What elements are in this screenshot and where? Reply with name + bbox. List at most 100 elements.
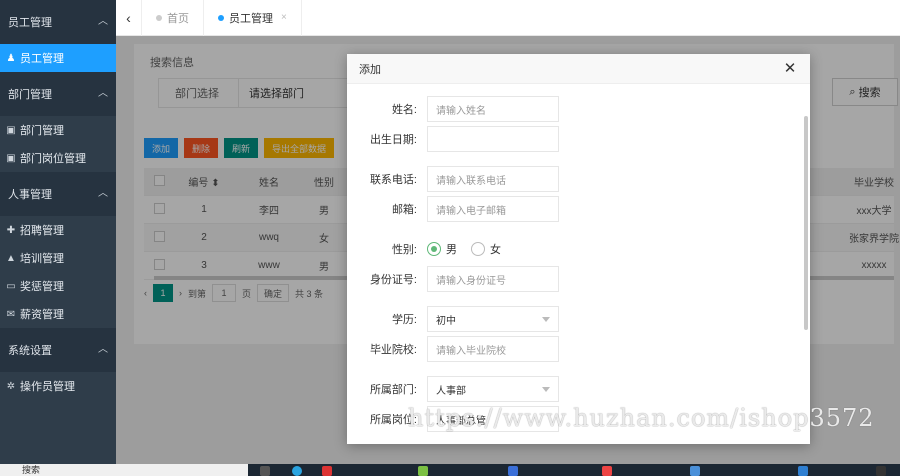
gears-icon: ✲ bbox=[6, 380, 16, 392]
idcard-input[interactable]: 请输入身份证号 bbox=[427, 266, 559, 292]
sidebar-item-department[interactable]: ▣ 部门管理 bbox=[0, 116, 116, 144]
tab-employee[interactable]: 员工管理 × bbox=[204, 0, 302, 36]
phone-input[interactable]: 请输入联系电话 bbox=[427, 166, 559, 192]
app-icon[interactable] bbox=[876, 466, 886, 476]
app-icon[interactable] bbox=[690, 466, 700, 476]
sidebar-item-operator[interactable]: ✲ 操作员管理 bbox=[0, 372, 116, 400]
name-row: 姓名: 请输入姓名 bbox=[347, 96, 559, 122]
birth-row: 出生日期: bbox=[347, 126, 559, 152]
add-employee-dialog: 添加 ✕ 姓名: 请输入姓名 出生日期: 联系电话: 请输入联系电话 邮箱: 请… bbox=[347, 54, 810, 444]
school-label: 毕业院校: bbox=[369, 344, 417, 356]
sidebar-item-label: 员工管理 bbox=[20, 53, 64, 65]
sidebar-item-reward[interactable]: ▭ 奖惩管理 bbox=[0, 272, 116, 300]
app-icon[interactable] bbox=[602, 466, 612, 476]
chevron-up-icon: ︿ bbox=[98, 344, 108, 355]
tab-bar: ‹ 首页 员工管理 × bbox=[116, 0, 900, 36]
vertical-scrollbar[interactable] bbox=[804, 116, 808, 330]
radio-label: 女 bbox=[490, 244, 501, 256]
birth-date-input[interactable] bbox=[427, 126, 559, 152]
sidebar-item-department-post[interactable]: ▣ 部门岗位管理 bbox=[0, 144, 116, 172]
chevron-left-icon[interactable]: ‹ bbox=[116, 0, 142, 36]
dialog-header: 添加 ✕ bbox=[347, 54, 810, 84]
envelope-icon: ✉ bbox=[6, 308, 16, 320]
email-label: 邮箱: bbox=[391, 204, 417, 216]
app-icon[interactable] bbox=[322, 466, 332, 476]
phone-label: 联系电话: bbox=[369, 174, 417, 186]
caret-down-icon bbox=[542, 386, 550, 392]
sidebar-item-label: 部门管理 bbox=[20, 125, 64, 137]
radio-unchecked-icon bbox=[471, 242, 485, 256]
sidebar-item-label: 部门岗位管理 bbox=[20, 153, 86, 165]
gender-row: 性别: 男 女 bbox=[347, 236, 515, 262]
department-row: 所属部门: 人事部 bbox=[347, 376, 559, 402]
tab-dot bbox=[218, 14, 224, 21]
sidebar-group-label: 部门管理 bbox=[8, 89, 52, 101]
user-plus-icon: ✚ bbox=[6, 224, 16, 236]
sidebar-group-hr[interactable]: 人事管理 ︿ bbox=[0, 172, 116, 216]
sidebar-item-label: 操作员管理 bbox=[20, 381, 75, 393]
gender-female-radio[interactable]: 女 bbox=[471, 241, 501, 257]
birth-label: 出生日期: bbox=[369, 134, 417, 146]
radio-checked-icon bbox=[427, 242, 441, 256]
education-label: 学历: bbox=[391, 314, 417, 326]
sidebar-item-employee[interactable]: ♟ 员工管理 bbox=[0, 44, 116, 72]
watermark-text: https://www.huzhan.com/ishop3572 bbox=[408, 404, 875, 432]
chevron-up-icon: ︿ bbox=[98, 88, 108, 99]
sidebar-group-label: 人事管理 bbox=[8, 189, 52, 201]
id-card-icon: ▣ bbox=[6, 152, 16, 164]
radio-label: 男 bbox=[446, 244, 457, 256]
email-input[interactable]: 请输入电子邮箱 bbox=[427, 196, 559, 222]
sidebar-group-label: 系统设置 bbox=[8, 345, 52, 357]
gender-label: 性别: bbox=[391, 244, 417, 256]
gender-male-radio[interactable]: 男 bbox=[427, 241, 457, 257]
department-select-value: 人事部 bbox=[436, 385, 466, 397]
sidebar-group-employee[interactable]: 员工管理 ︿ bbox=[0, 0, 116, 44]
taskbar-search[interactable]: 搜索 bbox=[0, 464, 248, 476]
id-card-icon: ▣ bbox=[6, 124, 16, 136]
close-icon[interactable]: ✕ bbox=[782, 60, 798, 77]
education-row: 学历: 初中 bbox=[347, 306, 559, 332]
tab-dot bbox=[156, 14, 162, 21]
sidebar-item-recruit[interactable]: ✚ 招聘管理 bbox=[0, 216, 116, 244]
name-label: 姓名: bbox=[391, 104, 417, 116]
sidebar-item-label: 奖惩管理 bbox=[20, 281, 64, 293]
taskview-icon[interactable] bbox=[260, 466, 270, 476]
department-dialog-select[interactable]: 人事部 bbox=[427, 376, 559, 402]
os-taskbar: 搜索 bbox=[0, 464, 900, 476]
school-row: 毕业院校: 请输入毕业院校 bbox=[347, 336, 559, 362]
idcard-row: 身份证号: 请输入身份证号 bbox=[347, 266, 559, 292]
app-icon[interactable] bbox=[798, 466, 808, 476]
app-window: 员工管理 ︿ ♟ 员工管理 部门管理 ︿ ▣ 部门管理 ▣ 部门岗位管理 人事管理 ︿ ✚ 招… bbox=[0, 0, 900, 476]
sidebar-item-label: 招聘管理 bbox=[20, 225, 64, 237]
tab-label: 员工管理 bbox=[229, 12, 273, 25]
monitor-icon: ▭ bbox=[6, 280, 16, 292]
tab-home[interactable]: 首页 bbox=[142, 0, 204, 36]
person-icon: ♟ bbox=[6, 52, 16, 64]
chevron-up-icon: ︿ bbox=[98, 188, 108, 199]
sidebar-group-settings[interactable]: 系统设置 ︿ bbox=[0, 328, 116, 372]
dialog-body: 姓名: 请输入姓名 出生日期: 联系电话: 请输入联系电话 邮箱: 请输入电子邮… bbox=[347, 84, 810, 444]
email-row: 邮箱: 请输入电子邮箱 bbox=[347, 196, 559, 222]
department-label: 所属部门: bbox=[369, 384, 417, 396]
education-select-value: 初中 bbox=[436, 315, 456, 327]
app-icon[interactable] bbox=[508, 466, 518, 476]
sidebar-item-salary[interactable]: ✉ 薪资管理 bbox=[0, 300, 116, 328]
browser-icon[interactable] bbox=[292, 466, 302, 476]
sidebar: 员工管理 ︿ ♟ 员工管理 部门管理 ︿ ▣ 部门管理 ▣ 部门岗位管理 人事管理 ︿ ✚ 招… bbox=[0, 0, 116, 464]
app-icon[interactable] bbox=[418, 466, 428, 476]
education-select[interactable]: 初中 bbox=[427, 306, 559, 332]
caret-down-icon bbox=[542, 316, 550, 322]
close-icon[interactable]: × bbox=[281, 12, 287, 23]
sidebar-item-label: 培训管理 bbox=[20, 253, 64, 265]
graduation-cap-icon: ▲ bbox=[6, 252, 16, 264]
name-input[interactable]: 请输入姓名 bbox=[427, 96, 559, 122]
sidebar-group-label: 员工管理 bbox=[8, 17, 52, 29]
sidebar-item-training[interactable]: ▲ 培训管理 bbox=[0, 244, 116, 272]
tab-label: 首页 bbox=[167, 12, 189, 25]
sidebar-group-department[interactable]: 部门管理 ︿ bbox=[0, 72, 116, 116]
sidebar-item-label: 薪资管理 bbox=[20, 309, 64, 321]
phone-row: 联系电话: 请输入联系电话 bbox=[347, 166, 559, 192]
school-input[interactable]: 请输入毕业院校 bbox=[427, 336, 559, 362]
dialog-title: 添加 bbox=[359, 63, 381, 76]
chevron-up-icon: ︿ bbox=[98, 16, 108, 27]
